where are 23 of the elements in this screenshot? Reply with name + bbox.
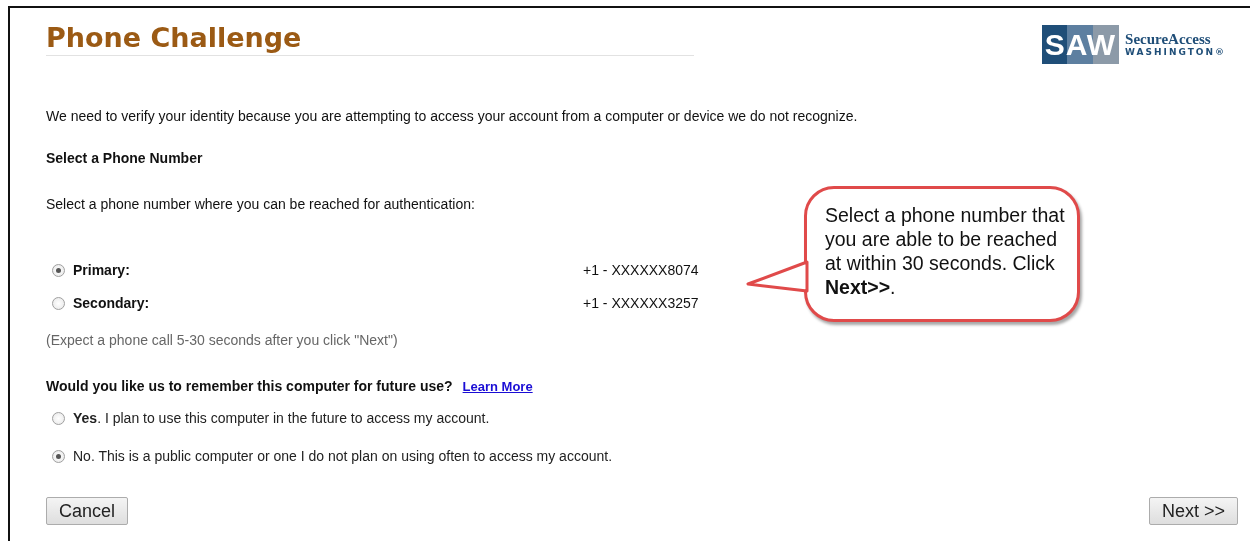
radio-button[interactable] — [52, 449, 65, 463]
section-heading: Select a Phone Number — [46, 150, 204, 167]
learn-more-link[interactable]: Learn More — [462, 378, 533, 394]
hint-text: (Expect a phone call 5-30 seconds after you click "Next") — [46, 332, 399, 349]
logo-mark: SAW — [1041, 25, 1120, 64]
phone-label: Primary: — [73, 262, 131, 278]
next-button[interactable]: Next >> — [1148, 497, 1238, 525]
radio-button[interactable] — [52, 296, 65, 310]
question-text: Would you like us to remember this computer for future use? — [46, 378, 453, 394]
phone-label: Secondary: — [73, 295, 151, 311]
logo-name: SecureAccess — [1125, 31, 1212, 47]
option-text: No. This is a public computer or one I do not plan on using often to access my account. — [73, 448, 613, 464]
page-title: Phone Challenge — [46, 22, 303, 53]
radio-button[interactable] — [52, 411, 65, 425]
cancel-button[interactable]: Cancel — [46, 497, 129, 525]
prompt-text: Select a phone number where you can be reached for authentication: — [46, 196, 476, 213]
callout-text: Select a phone number that you are able to be reached at within 30 seconds. Click Next>>. — [825, 203, 1065, 299]
option-text: Yes. I plan to use this computer in the future to access my account. — [73, 410, 490, 426]
phone-number: +1 - XXXXXX8074 — [583, 262, 699, 278]
phone-number: +1 - XXXXXX3257 — [583, 295, 699, 311]
intro-text: We need to verify your identity because you are attempting to access your account from a computer or device we do not recognize. — [46, 108, 859, 125]
logo-subname: WASHINGTON® — [1125, 46, 1226, 58]
radio-button[interactable] — [52, 263, 65, 277]
